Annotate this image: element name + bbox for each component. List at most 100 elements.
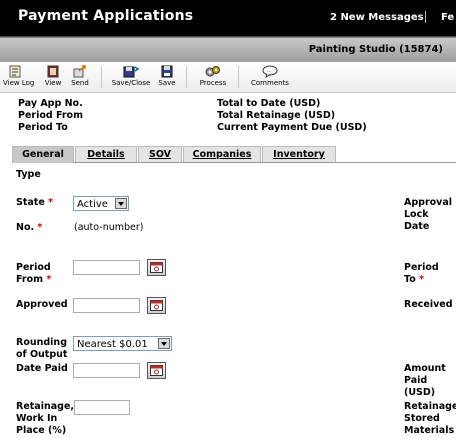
retainage-stored-line3: Materials bbox=[404, 425, 455, 436]
header-divider bbox=[425, 11, 426, 23]
svg-text:...: ... bbox=[267, 68, 272, 74]
period-to-label-line2: To bbox=[404, 274, 416, 285]
rounding-label-line2: of Output bbox=[16, 349, 68, 360]
toolbar-divider bbox=[186, 66, 187, 88]
approved-calendar-button[interactable] bbox=[147, 297, 166, 314]
summary-period-to: Period To bbox=[18, 122, 68, 133]
view-button[interactable]: View bbox=[44, 65, 62, 87]
retainage-work-label: Retainage, Work In Place (%) bbox=[16, 401, 74, 437]
approval-lock-line3: Date bbox=[404, 221, 430, 232]
state-select[interactable]: Active bbox=[73, 196, 129, 211]
tab-details[interactable]: Details bbox=[75, 146, 137, 162]
period-from-label: Period From * bbox=[16, 262, 51, 286]
period-to-label: Period To * bbox=[404, 262, 439, 286]
log-icon bbox=[9, 65, 21, 78]
retainage-work-label-line3: Place (%) bbox=[16, 425, 67, 436]
comments-bubble-icon: ... bbox=[262, 65, 278, 78]
send-button[interactable]: Send bbox=[69, 65, 91, 87]
project-name: Painting Studio (15874) bbox=[308, 44, 443, 55]
save-close-label: Save/Close bbox=[111, 79, 151, 87]
tab-sov-label: SOV bbox=[148, 149, 171, 160]
retainage-stored-line2: Stored bbox=[404, 413, 440, 424]
tab-sov[interactable]: SOV bbox=[138, 146, 182, 162]
approved-label: Approved bbox=[16, 299, 68, 310]
save-button[interactable]: Save bbox=[157, 65, 177, 87]
retainage-work-input[interactable] bbox=[74, 400, 130, 415]
view-icon bbox=[47, 65, 59, 78]
summary-pay-app-no: Pay App No. bbox=[18, 98, 83, 109]
view-log-label: View Log bbox=[3, 79, 35, 87]
state-label-text: State bbox=[16, 197, 45, 208]
retainage-stored-label: Retainage, Stored Materials bbox=[404, 401, 456, 437]
no-label-text: No. bbox=[16, 222, 35, 233]
state-label: State * bbox=[16, 197, 53, 209]
tab-inventory[interactable]: Inventory bbox=[262, 146, 336, 162]
amount-paid-line2: Paid bbox=[404, 375, 428, 386]
state-select-value: Active bbox=[77, 199, 108, 210]
comments-button[interactable]: ... Comments bbox=[248, 65, 292, 87]
no-value: (auto-number) bbox=[74, 222, 144, 233]
required-mark: * bbox=[37, 222, 43, 233]
amount-paid-line3: (USD) bbox=[404, 387, 436, 398]
summary-total-retainage: Total Retainage (USD) bbox=[217, 110, 336, 121]
send-label: Send bbox=[71, 79, 89, 87]
rounding-select[interactable]: Nearest $0.01 bbox=[73, 336, 172, 351]
view-log-button[interactable]: View Log bbox=[3, 65, 35, 87]
summary-current-payment-due: Current Payment Due (USD) bbox=[217, 122, 367, 133]
toolbar: View Log View Send Save/Close Save Proce… bbox=[0, 62, 456, 93]
new-messages-link[interactable]: 2 New Messages bbox=[330, 12, 424, 23]
tab-general[interactable]: General bbox=[12, 146, 74, 163]
tab-bar: General Details SOV Companies Inventory bbox=[12, 146, 456, 163]
tab-general-label: General bbox=[22, 149, 64, 160]
period-to-label-line1: Period bbox=[404, 262, 439, 273]
save-label: Save bbox=[158, 79, 176, 87]
period-from-calendar-button[interactable] bbox=[147, 259, 166, 276]
send-icon bbox=[73, 65, 86, 78]
summary-total-to-date: Total to Date (USD) bbox=[217, 98, 321, 109]
chevron-down-icon bbox=[158, 338, 170, 349]
process-gears-icon bbox=[205, 66, 220, 77]
tab-companies[interactable]: Companies bbox=[183, 146, 261, 162]
save-close-icon bbox=[123, 66, 140, 78]
retainage-work-label-line2: Work In bbox=[16, 413, 58, 424]
header-menu-link[interactable]: Fe bbox=[441, 12, 454, 23]
approved-input[interactable] bbox=[73, 298, 140, 313]
summary-period-from: Period From bbox=[18, 110, 83, 121]
amount-paid-line1: Amount bbox=[404, 363, 446, 374]
date-paid-label: Date Paid bbox=[16, 363, 68, 374]
rounding-label-line1: Rounding bbox=[16, 337, 67, 348]
process-label: Process bbox=[199, 79, 227, 87]
rounding-label: Rounding of Output bbox=[16, 337, 67, 361]
toolbar-divider bbox=[238, 66, 239, 88]
calendar-icon bbox=[150, 365, 163, 376]
save-icon bbox=[161, 65, 173, 78]
calendar-icon bbox=[150, 262, 163, 273]
required-mark: * bbox=[419, 274, 425, 285]
approval-lock-date-label: Approval Lock Date bbox=[404, 197, 452, 233]
period-from-label-line1: Period bbox=[16, 262, 51, 273]
date-paid-calendar-button[interactable] bbox=[147, 362, 166, 379]
toolbar-divider bbox=[101, 66, 102, 88]
calendar-icon bbox=[150, 300, 163, 311]
rounding-select-value: Nearest $0.01 bbox=[77, 339, 148, 350]
tab-companies-label: Companies bbox=[192, 149, 252, 160]
required-mark: * bbox=[46, 274, 52, 285]
comments-label: Comments bbox=[251, 79, 289, 87]
received-label: Received bbox=[404, 299, 453, 310]
view-label: View bbox=[44, 79, 62, 87]
chevron-down-icon bbox=[115, 198, 127, 209]
period-from-label-line2: From bbox=[16, 274, 43, 285]
amount-paid-label: Amount Paid (USD) bbox=[404, 363, 446, 399]
page-title: Payment Applications bbox=[18, 8, 194, 24]
tab-inventory-label: Inventory bbox=[273, 149, 325, 160]
approval-lock-line2: Lock bbox=[404, 209, 429, 220]
date-paid-input[interactable] bbox=[73, 363, 140, 378]
project-bar: Painting Studio (15874) bbox=[0, 37, 456, 63]
retainage-work-label-line1: Retainage, bbox=[16, 401, 74, 412]
process-button[interactable]: Process bbox=[197, 65, 229, 87]
approval-lock-line1: Approval bbox=[404, 197, 453, 208]
no-label: No. * bbox=[16, 222, 42, 234]
save-close-button[interactable]: Save/Close bbox=[109, 65, 153, 87]
period-from-input[interactable] bbox=[73, 260, 140, 275]
type-label: Type bbox=[16, 169, 41, 180]
